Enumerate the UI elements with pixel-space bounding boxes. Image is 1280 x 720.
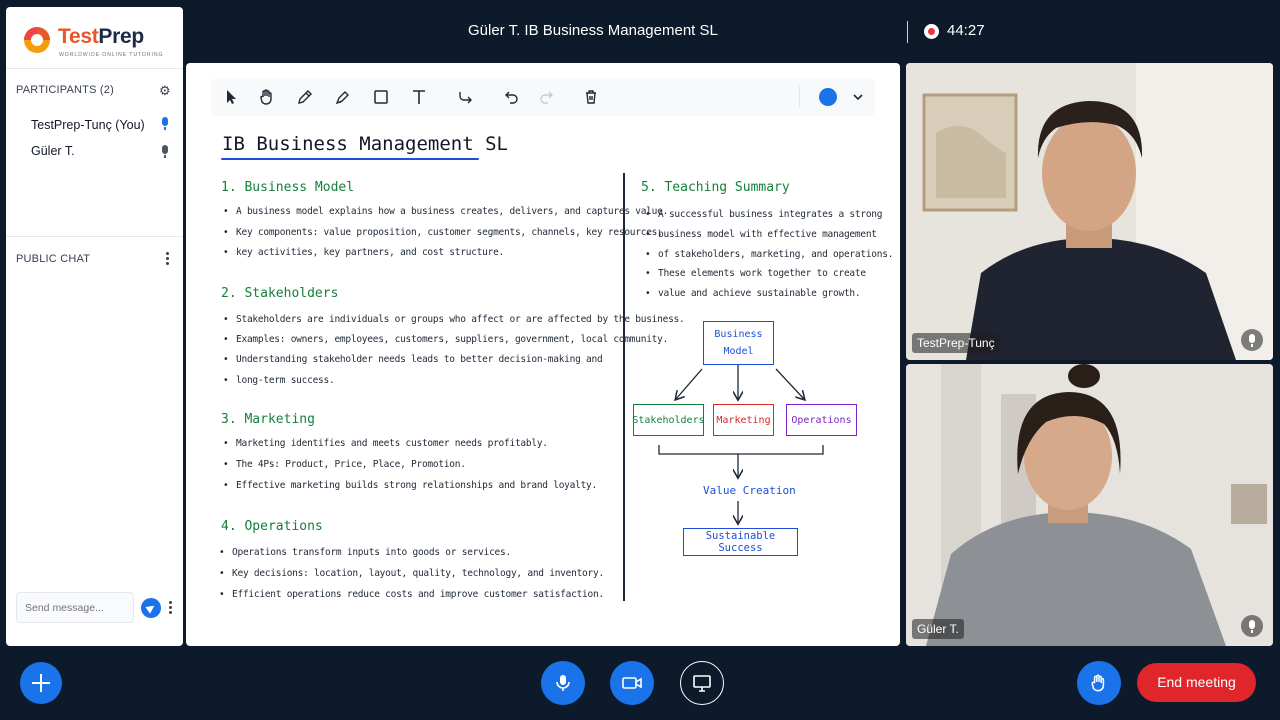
- bullet-text: Key components: value proposition, custo…: [223, 227, 663, 238]
- bullet-text: The 4Ps: Product, Price, Place, Promotio…: [223, 459, 466, 470]
- bullet-text: Examples: owners, employees, customers, …: [223, 334, 668, 345]
- end-meeting-button[interactable]: End meeting: [1137, 663, 1256, 702]
- bullet-text: Effective marketing builds strong relati…: [223, 480, 597, 491]
- whiteboard[interactable]: IB Business Management SL 1. Business Mo…: [186, 63, 900, 646]
- mic-icon: [556, 675, 570, 691]
- chevron-down-icon[interactable]: [851, 90, 865, 104]
- screen-share-icon: [693, 675, 711, 692]
- public-chat-header: PUBLIC CHAT: [16, 253, 91, 265]
- student-video-frame: [906, 364, 1273, 646]
- summary-line-continued: business model with effective management: [645, 229, 877, 240]
- video-name-tag: TestPrep-Tunç: [912, 333, 1000, 353]
- diagram-node-stakeholders: Stakeholders: [632, 404, 705, 436]
- color-picker[interactable]: [819, 88, 837, 106]
- section-heading: 1. Business Model: [221, 180, 355, 195]
- gear-icon[interactable]: ⚙: [159, 83, 171, 99]
- logo-tagline: WORLDWIDE ONLINE TUTORING: [59, 52, 164, 58]
- diagram-node-marketing: Marketing: [713, 404, 774, 436]
- diagram-node-operations: Operations: [786, 404, 857, 436]
- testprep-logo-icon: [24, 27, 50, 53]
- bullet-text: Operations transform inputs into goods o…: [219, 547, 511, 558]
- text-icon[interactable]: [409, 87, 429, 107]
- chat-menu-icon[interactable]: [164, 252, 170, 268]
- meeting-title: Güler T. IB Business Management SL: [468, 22, 718, 39]
- bullet-text: Marketing identifies and meets customer …: [223, 438, 548, 449]
- summary-line: These elements work together to create: [645, 268, 866, 279]
- mic-icon: [160, 145, 170, 159]
- video-tile-student[interactable]: Güler T.: [906, 364, 1273, 646]
- meeting-timer: 44:27: [947, 22, 985, 39]
- summary-line-continued: value and achieve sustainable growth.: [645, 288, 861, 299]
- bullet-text: Understanding stakeholder needs leads to…: [223, 354, 603, 365]
- summary-line: A successful business integrates a stron…: [645, 209, 883, 220]
- bullet-text: Efficient operations reduce costs and im…: [219, 589, 604, 600]
- title-divider: [907, 21, 908, 43]
- bullet-text: A business model explains how a business…: [223, 206, 668, 217]
- record-icon: [924, 24, 939, 39]
- chat-message-input[interactable]: [16, 592, 134, 623]
- top-bar: Güler T. IB Business Management SL 44:27: [186, 0, 1280, 62]
- bullet-text: Key decisions: location, layout, quality…: [219, 568, 604, 579]
- delete-icon[interactable]: [581, 87, 601, 107]
- section-heading: 3. Marketing: [221, 412, 315, 427]
- left-panel: TestPrep WORLDWIDE ONLINE TUTORING PARTI…: [6, 7, 183, 646]
- diagram-node-business-model: Business Model: [703, 321, 774, 365]
- title-underline: [221, 158, 479, 160]
- bullet-text-continued: key activities, key partners, and cost s…: [223, 247, 504, 258]
- camera-toggle-button[interactable]: [610, 661, 654, 705]
- pencil-icon[interactable]: [295, 87, 315, 107]
- participants-header: PARTICIPANTS (2): [16, 84, 114, 96]
- bullet-text: Stakeholders are individuals or groups w…: [223, 314, 685, 325]
- whiteboard-toolbar: [211, 78, 875, 116]
- mic-icon: [1241, 615, 1263, 637]
- diagram-node-label: Business: [714, 329, 763, 340]
- plus-icon[interactable]: [20, 662, 62, 704]
- select-icon[interactable]: [221, 87, 241, 107]
- raise-hand-button[interactable]: [1077, 661, 1121, 705]
- camera-icon: [622, 677, 642, 689]
- participant-name: TestPrep-Tunç (You): [31, 118, 145, 132]
- chat-options-icon[interactable]: [167, 601, 173, 617]
- divider: [6, 68, 183, 69]
- section-heading: 4. Operations: [221, 519, 323, 534]
- mic-icon: [160, 117, 170, 131]
- diagram-label-value-creation: Value Creation: [703, 484, 796, 497]
- undo-icon[interactable]: [501, 87, 521, 107]
- bullet-text-continued: long-term success.: [223, 375, 335, 386]
- participant-name: Güler T.: [31, 144, 75, 158]
- section-heading: 2. Stakeholders: [221, 286, 339, 301]
- video-tile-tutor[interactable]: TestPrep-Tunç: [906, 63, 1273, 360]
- connector-icon[interactable]: [456, 87, 476, 107]
- diagram-node-label: Model: [723, 346, 754, 357]
- video-name-tag: Güler T.: [912, 619, 964, 639]
- testprep-logo: TestPrep WORLDWIDE ONLINE TUTORING: [22, 23, 172, 63]
- raise-hand-icon: [1091, 674, 1105, 692]
- send-icon[interactable]: [141, 598, 161, 618]
- mic-icon: [1241, 329, 1263, 351]
- divider: [6, 236, 183, 237]
- hand-icon[interactable]: [257, 87, 277, 107]
- screen-share-button[interactable]: [680, 661, 724, 705]
- marker-icon[interactable]: [333, 87, 353, 107]
- mic-toggle-button[interactable]: [541, 661, 585, 705]
- summary-line-continued: of stakeholders, marketing, and operatio…: [645, 249, 893, 260]
- rectangle-icon[interactable]: [371, 87, 391, 107]
- toolbar-divider: [799, 86, 800, 108]
- board-title: IB Business Management SL: [222, 133, 508, 155]
- logo-name: TestPrep: [58, 25, 144, 48]
- diagram-node-sustainable-success: Sustainable Success: [683, 528, 798, 556]
- tutor-video-frame: [906, 63, 1273, 360]
- section-heading: 5. Teaching Summary: [641, 180, 790, 195]
- column-divider: [623, 173, 625, 601]
- redo-icon[interactable]: [537, 87, 557, 107]
